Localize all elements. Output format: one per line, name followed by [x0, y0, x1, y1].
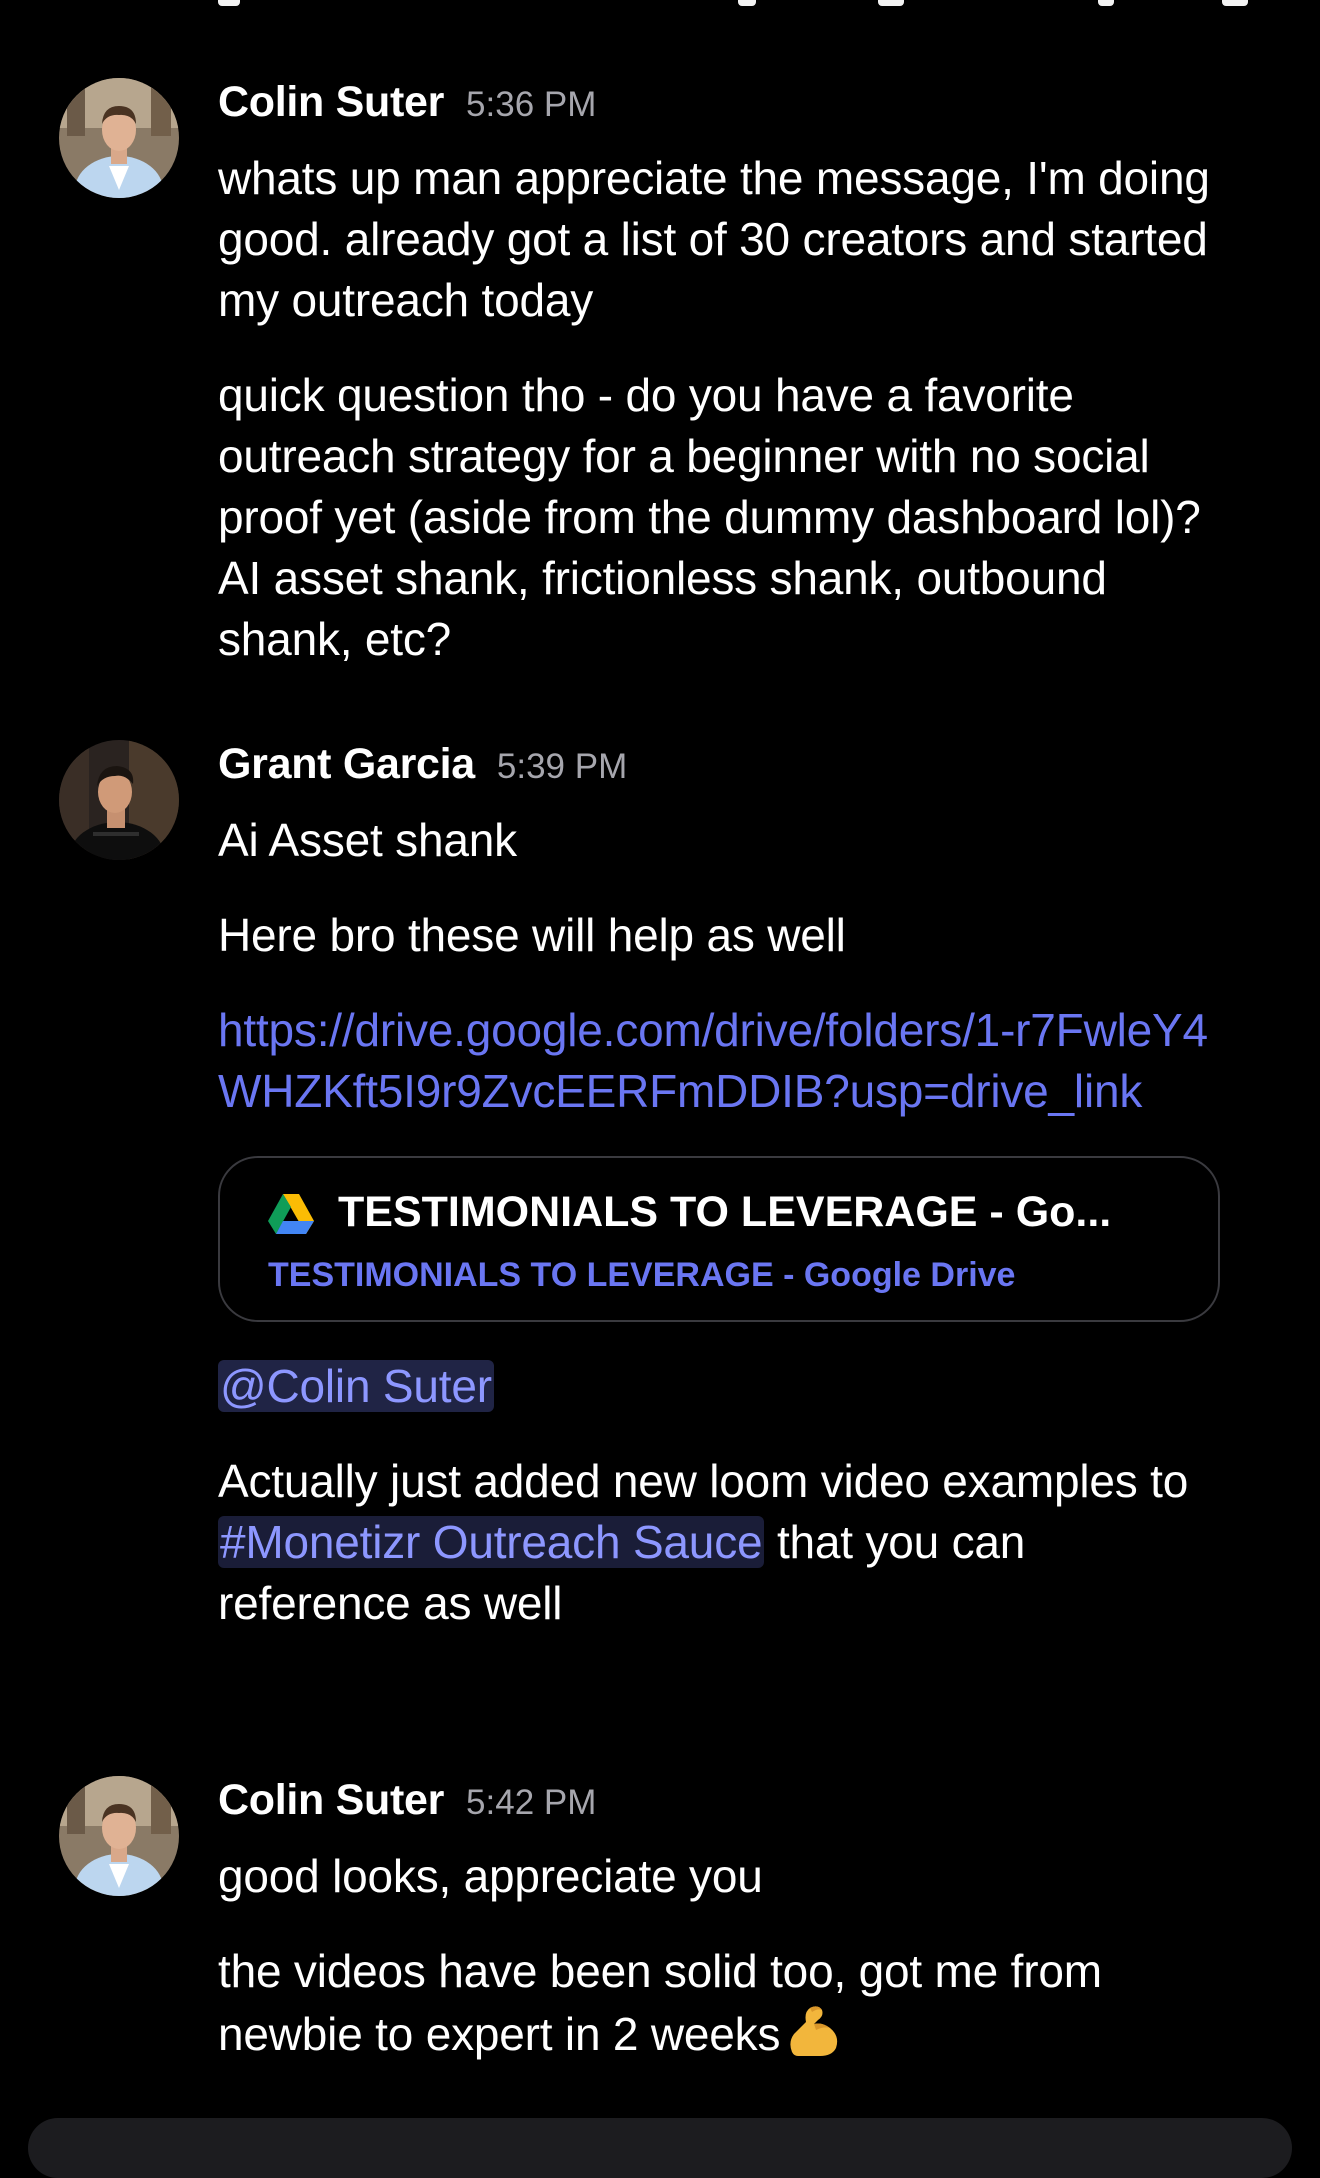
message-text: Actually just added new loom video examp…: [218, 1451, 1228, 1634]
mention-paragraph: @Colin Suter: [218, 1356, 1228, 1417]
previous-message-fragment: [218, 0, 1258, 6]
message-timestamp: 5:39 PM: [496, 747, 628, 786]
message-text: whats up man appreciate the message, I'm…: [218, 152, 1210, 326]
avatar-colin-suter[interactable]: [59, 78, 179, 198]
message-text: Ai Asset shank: [218, 814, 517, 866]
author-name[interactable]: Colin Suter: [218, 78, 444, 126]
message-input-bar[interactable]: [28, 2118, 1292, 2178]
message-timestamp: 5:42 PM: [466, 1783, 597, 1822]
embed-subtitle[interactable]: TESTIMONIALS TO LEVERAGE - Google Drive: [268, 1256, 1015, 1295]
message-text: good looks, appreciate you: [218, 1850, 763, 1902]
avatar-colin-suter[interactable]: [59, 1776, 179, 1896]
drive-folder-link[interactable]: https://drive.google.com/drive/folders/1…: [218, 1004, 1208, 1117]
message-text: quick question tho - do you have a favor…: [218, 369, 1201, 665]
message-body: good looks, appreciate you the videos ha…: [218, 1846, 1228, 2099]
text-segment: Actually just added new loom video examp…: [218, 1455, 1189, 1507]
message-header: Grant Garcia 5:39 PM: [218, 740, 627, 789]
message-header: Colin Suter 5:42 PM: [218, 1776, 596, 1825]
message-timestamp: 5:36 PM: [466, 85, 597, 124]
user-mention[interactable]: @Colin Suter: [218, 1360, 494, 1412]
flexed-biceps-icon: [790, 2006, 838, 2056]
author-name[interactable]: Grant Garcia: [218, 740, 475, 788]
channel-mention[interactable]: #Monetizr Outreach Sauce: [218, 1516, 765, 1568]
author-name[interactable]: Colin Suter: [218, 1776, 444, 1824]
text-segment: the videos have been solid too, got me f…: [218, 1945, 1102, 2060]
message-text: the videos have been solid too, got me f…: [218, 1941, 1228, 2065]
link-preview-embed[interactable]: TESTIMONIALS TO LEVERAGE - Go... TESTIMO…: [218, 1156, 1220, 1322]
google-drive-icon: [268, 1194, 314, 1234]
avatar-grant-garcia[interactable]: [59, 740, 179, 860]
message-header: Colin Suter 5:36 PM: [218, 78, 596, 127]
drive-link-paragraph: https://drive.google.com/drive/folders/1…: [218, 1000, 1228, 1122]
embed-title[interactable]: TESTIMONIALS TO LEVERAGE - Go...: [338, 1188, 1111, 1237]
message-text: Here bro these will help as well: [218, 909, 846, 961]
message-body: whats up man appreciate the message, I'm…: [218, 148, 1228, 704]
message-body: Ai Asset shank Here bro these will help …: [218, 810, 1228, 1668]
